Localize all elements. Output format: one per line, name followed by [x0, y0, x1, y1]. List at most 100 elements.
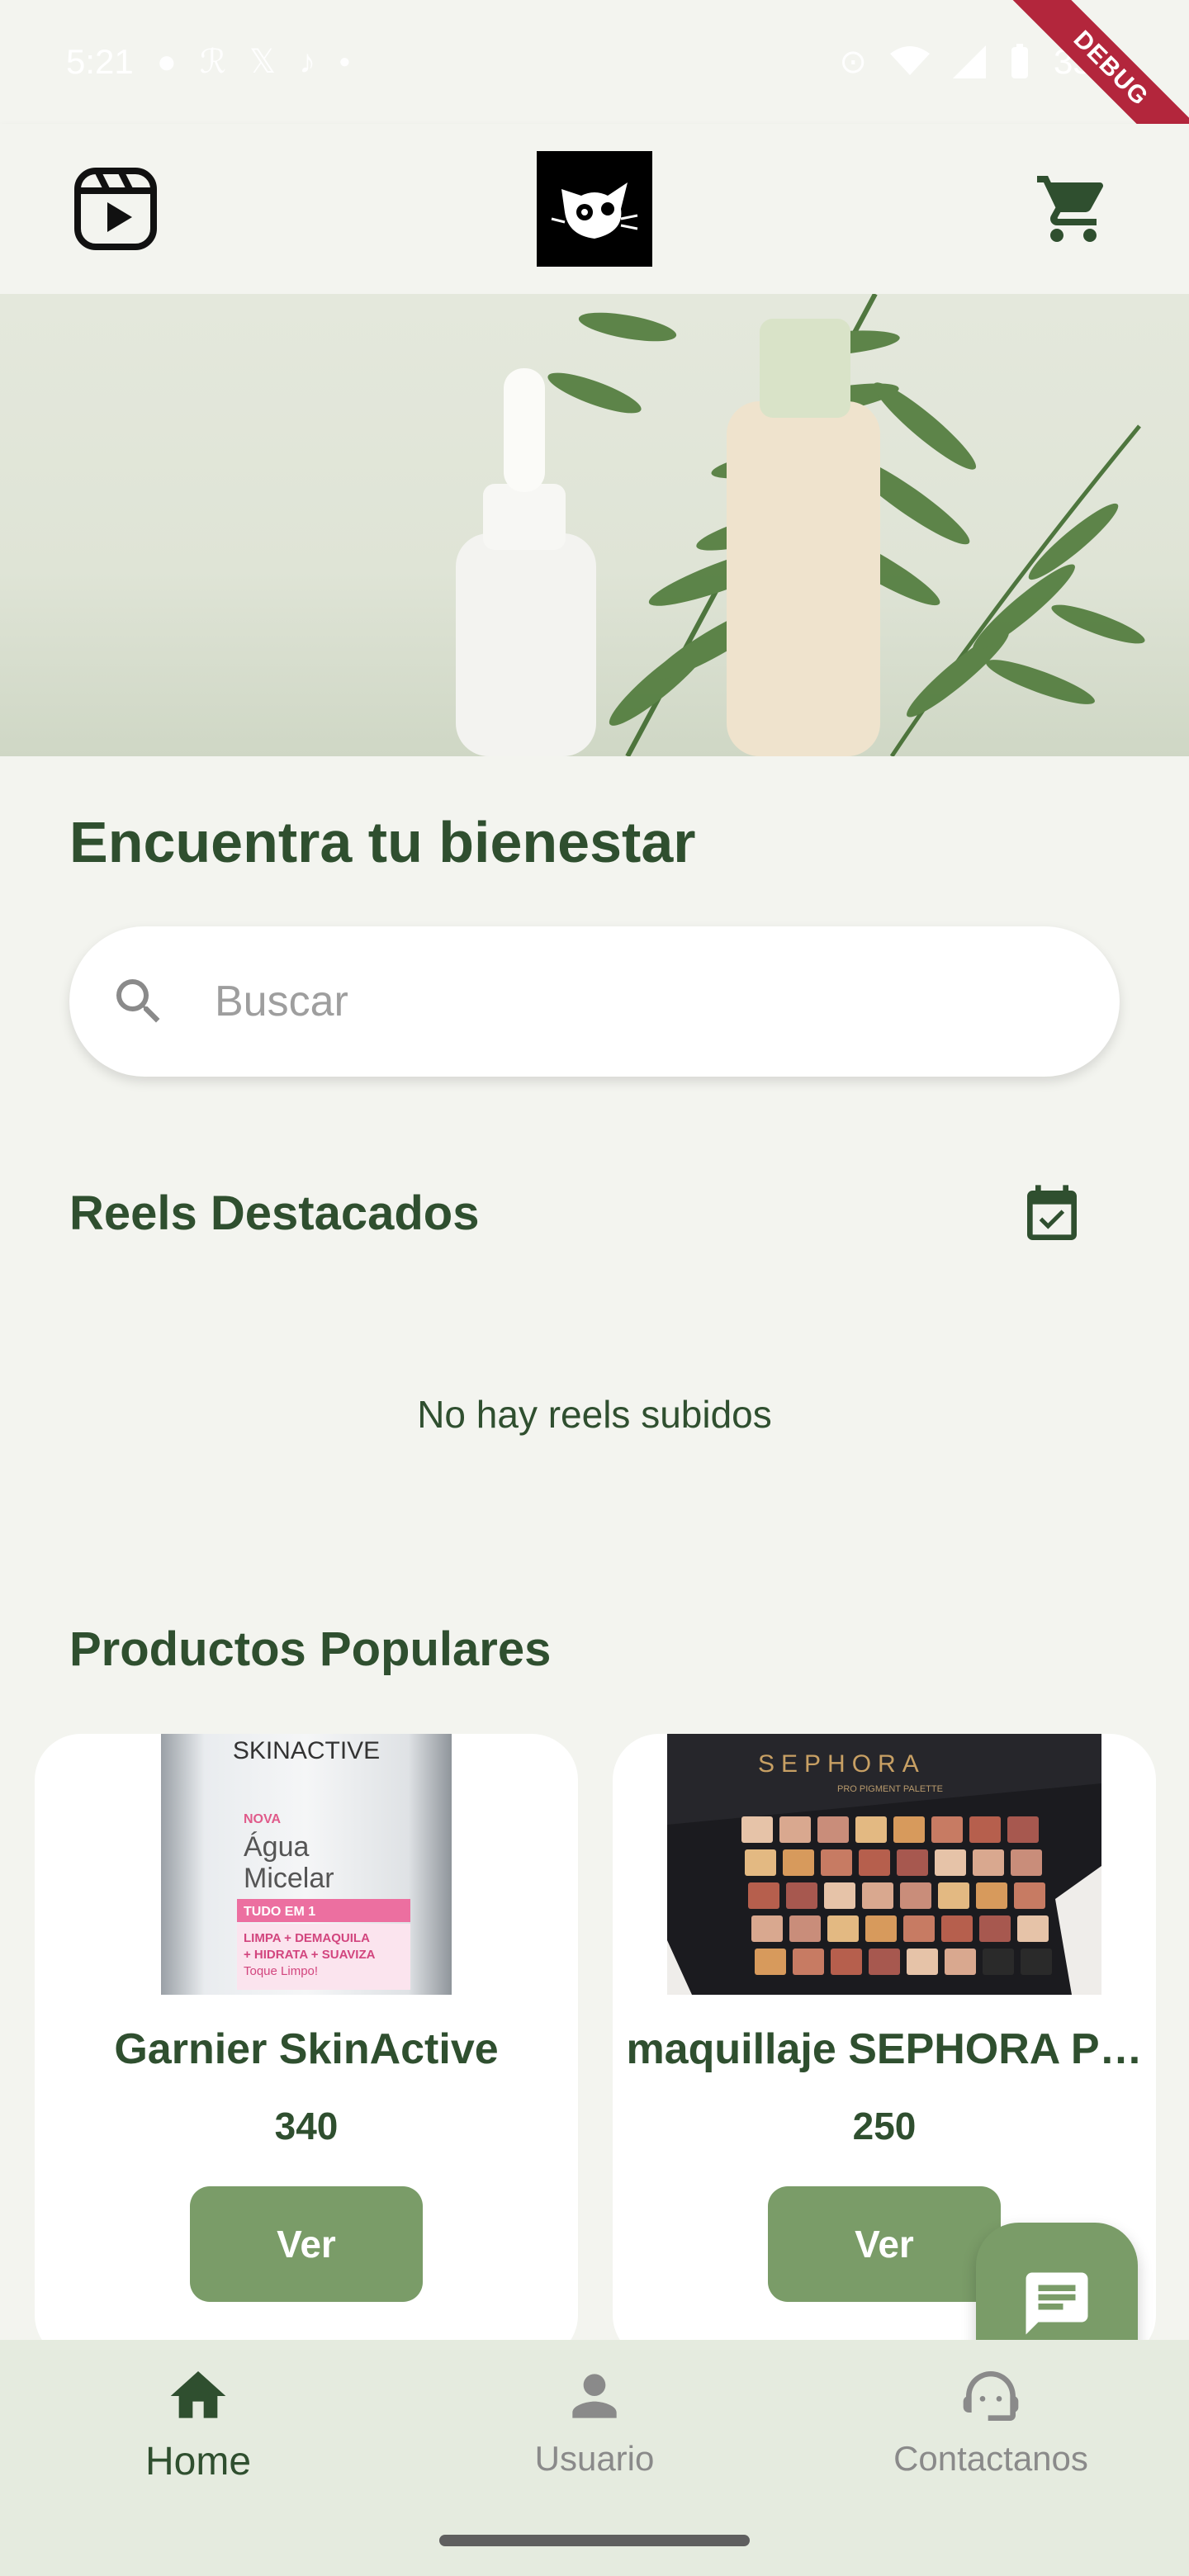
app-logo	[537, 151, 652, 267]
palette-swatch	[931, 1816, 963, 1843]
garnier-line2-text: + HIDRATA + SUAVIZA	[244, 1948, 376, 1962]
nav-label-home: Home	[144, 2440, 252, 2484]
event-available-icon	[1027, 1185, 1077, 1240]
palette-swatch	[907, 1949, 938, 1975]
nav-item-contactanos[interactable]: Contactanos	[793, 2340, 1189, 2576]
product-price: 250	[852, 2105, 917, 2147]
garnier-agua-text: Água	[244, 1831, 309, 1863]
palette-swatch	[748, 1882, 779, 1909]
status-left: 5:21 ● ℛ 𝕏 ♪ ●	[66, 42, 351, 82]
product-image: SKINACTIVE NOVA Água Micelar TUDO EM 1 L…	[35, 1734, 578, 1995]
product-price: 340	[274, 2105, 339, 2147]
product-name: maquillaje SEPHORA P…	[626, 2025, 1143, 2073]
palette-swatch	[779, 1816, 811, 1843]
search-bar[interactable]	[69, 926, 1120, 1077]
palette-swatch	[855, 1816, 887, 1843]
palette-swatch	[1021, 1949, 1052, 1975]
hero-illustration	[456, 294, 1145, 756]
nav-label-contactanos: Contactanos	[893, 2439, 1088, 2478]
battery-icon	[1011, 44, 1028, 78]
palette-swatch	[976, 1882, 1007, 1909]
nav-label-usuario: Usuario	[534, 2439, 655, 2478]
palette-swatch	[869, 1949, 900, 1975]
palette-swatch	[783, 1849, 814, 1876]
user-icon	[553, 2363, 636, 2429]
garnier-line1-text: LIMPA + DEMAQUILA	[244, 1931, 370, 1945]
cat-logo-icon	[551, 182, 638, 239]
palette-swatch	[969, 1816, 1001, 1843]
sephora-sub-text: PRO PIGMENT PALETTE	[837, 1784, 943, 1794]
products-section-title: Productos Populares	[69, 1622, 552, 1676]
palette-swatch	[751, 1915, 783, 1942]
palette-swatch	[903, 1915, 935, 1942]
chat-icon	[1026, 2272, 1088, 2335]
palette-swatch	[786, 1882, 817, 1909]
shopping-cart-icon	[1037, 176, 1104, 242]
garnier-new-text: NOVA	[244, 1812, 281, 1826]
palette-swatch	[824, 1882, 855, 1909]
reels-button[interactable]	[73, 166, 159, 252]
reels-section-title: Reels Destacados	[69, 1186, 480, 1240]
palette-swatch	[945, 1949, 976, 1975]
palette-swatch	[789, 1915, 821, 1942]
garnier-line3-text: Toque Limpo!	[244, 1964, 318, 1978]
chat-notification-icon: ●	[156, 43, 177, 80]
sephora-palette-image: SEPHORA PRO PIGMENT PALETTE	[667, 1734, 1101, 1995]
view-product-button[interactable]: Ver	[768, 2186, 1001, 2302]
palette-swatch	[831, 1949, 862, 1975]
palette-swatch	[741, 1816, 773, 1843]
product-card[interactable]: SKINACTIVE NOVA Água Micelar TUDO EM 1 L…	[35, 1734, 578, 2361]
more-notifications-icon: ●	[339, 50, 351, 73]
palette-swatch	[1014, 1882, 1045, 1909]
status-bar: 5:21 ● ℛ 𝕏 ♪ ● ⊙ 35%	[0, 0, 1189, 124]
palette-swatch	[938, 1882, 969, 1909]
app-notification-icon: ℛ	[199, 44, 226, 80]
wifi-icon	[889, 46, 930, 75]
product-name: Garnier SkinActive	[114, 2025, 499, 2073]
palette-swatch	[983, 1949, 1014, 1975]
search-icon	[116, 979, 160, 1023]
signal-icon	[952, 45, 986, 78]
garnier-brand-text: SKINACTIVE	[233, 1737, 380, 1764]
palette-swatch	[827, 1915, 859, 1942]
garnier-micelar-text: Micelar	[244, 1863, 334, 1894]
home-indicator[interactable]	[439, 2535, 750, 2546]
palette-swatch	[1011, 1849, 1042, 1876]
home-icon	[157, 2363, 239, 2429]
palette-swatch	[897, 1849, 928, 1876]
palette-swatch	[817, 1816, 849, 1843]
palette-swatch	[1007, 1816, 1039, 1843]
empty-reels-message: No hay reels subidos	[417, 1393, 772, 1436]
palette-swatch	[865, 1915, 897, 1942]
palette-swatch	[793, 1949, 824, 1975]
hero-banner-image	[0, 294, 1189, 756]
palette-swatch	[1017, 1915, 1049, 1942]
product-image: SEPHORA PRO PIGMENT PALETTE	[613, 1734, 1156, 1995]
palette-swatch	[941, 1915, 973, 1942]
page-headline: Encuentra tu bienestar	[69, 810, 696, 874]
garnier-bottle-image: SKINACTIVE NOVA Água Micelar TUDO EM 1 L…	[161, 1734, 452, 1995]
reels-play-icon	[74, 168, 157, 250]
garnier-tudo-text: TUDO EM 1	[244, 1905, 315, 1919]
view-product-button[interactable]: Ver	[190, 2186, 423, 2302]
nav-item-home[interactable]: Home	[0, 2340, 396, 2576]
alarm-icon: ⊙	[839, 44, 867, 80]
palette-swatch	[979, 1915, 1011, 1942]
palette-swatch	[973, 1849, 1004, 1876]
sephora-brand-text: SEPHORA	[758, 1750, 926, 1778]
x-notification-icon: 𝕏	[249, 44, 277, 80]
support-agent-icon	[950, 2363, 1032, 2429]
tiktok-notification-icon: ♪	[299, 43, 316, 80]
app-bar	[0, 124, 1189, 294]
calendar-button[interactable]	[1017, 1181, 1087, 1250]
search-input[interactable]	[215, 977, 1082, 1026]
palette-swatch	[862, 1882, 893, 1909]
palette-swatch	[900, 1882, 931, 1909]
palette-swatch	[893, 1816, 925, 1843]
palette-swatch	[755, 1949, 786, 1975]
cart-button[interactable]	[1030, 166, 1116, 252]
palette-swatch	[821, 1849, 852, 1876]
palette-swatch	[935, 1849, 966, 1876]
status-time: 5:21	[66, 42, 134, 81]
palette-swatch	[859, 1849, 890, 1876]
